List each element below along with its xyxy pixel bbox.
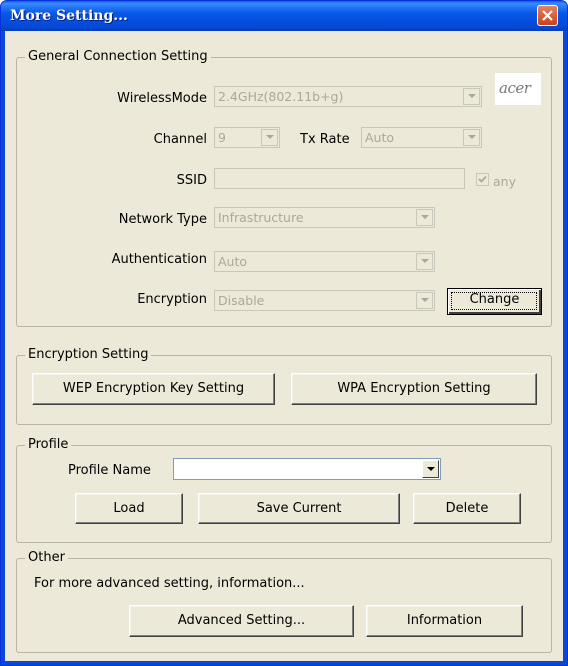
chevron-down-icon <box>463 129 480 146</box>
network-type-dropdown[interactable]: Infrastructure <box>214 207 435 228</box>
chevron-down-icon[interactable] <box>422 460 439 478</box>
profile-group-title: Profile <box>25 437 72 452</box>
save-current-button-label: Save Current <box>256 501 342 516</box>
title-bar[interactable]: More Setting... <box>1 1 567 31</box>
load-button[interactable]: Load <box>75 493 183 524</box>
any-label: any <box>493 174 516 189</box>
tx-rate-label: Tx Rate <box>300 132 350 147</box>
other-group-title: Other <box>25 550 68 565</box>
chevron-down-icon <box>416 292 433 309</box>
information-button[interactable]: Information <box>366 605 523 637</box>
dialog-body: General Connection Setting WirelessMode … <box>5 31 563 661</box>
save-current-button[interactable]: Save Current <box>198 493 400 524</box>
load-button-label: Load <box>113 501 145 516</box>
encryption-value: Disable <box>218 293 265 308</box>
authentication-label: Authentication <box>111 252 207 267</box>
authentication-dropdown[interactable]: Auto <box>214 251 435 272</box>
advanced-setting-button[interactable]: Advanced Setting... <box>129 605 354 637</box>
wpa-setting-button[interactable]: WPA Encryption Setting <box>291 373 537 405</box>
change-button[interactable]: Change <box>447 288 542 315</box>
other-description: For more advanced setting, information..… <box>34 576 305 591</box>
delete-button[interactable]: Delete <box>413 493 521 524</box>
chevron-down-icon <box>261 129 278 146</box>
authentication-value: Auto <box>218 254 248 269</box>
ssid-input[interactable] <box>214 168 465 189</box>
information-button-label: Information <box>406 613 483 628</box>
network-type-label: Network Type <box>118 212 207 227</box>
any-checkbox[interactable] <box>476 173 489 186</box>
more-setting-window: More Setting... General Connection Setti… <box>0 0 568 666</box>
tx-rate-value: Auto <box>365 130 395 145</box>
network-type-value: Infrastructure <box>218 210 304 225</box>
wireless-mode-dropdown[interactable]: 2.4GHz(802.11b+g) <box>214 86 482 107</box>
wpa-setting-button-label: WPA Encryption Setting <box>337 381 491 396</box>
close-button[interactable] <box>537 5 558 26</box>
channel-value: 9 <box>218 130 226 145</box>
wep-key-setting-button[interactable]: WEP Encryption Key Setting <box>32 373 275 405</box>
window-title: More Setting... <box>10 8 128 24</box>
general-connection-group-title: General Connection Setting <box>25 49 211 64</box>
delete-button-label: Delete <box>445 501 489 516</box>
wireless-mode-value: 2.4GHz(802.11b+g) <box>218 89 344 104</box>
acer-logo-text: acer <box>499 79 531 97</box>
channel-label: Channel <box>153 132 207 147</box>
chevron-down-icon <box>416 209 433 226</box>
encryption-label: Encryption <box>137 292 207 307</box>
acer-logo: acer <box>495 73 541 105</box>
encryption-dropdown[interactable]: Disable <box>214 290 435 311</box>
checkmark-icon <box>478 175 487 183</box>
profile-name-combo[interactable] <box>173 458 441 480</box>
profile-name-label: Profile Name <box>68 463 151 478</box>
tx-rate-dropdown[interactable]: Auto <box>361 127 482 148</box>
chevron-down-icon <box>463 88 480 105</box>
focus-rect <box>451 292 537 310</box>
channel-dropdown[interactable]: 9 <box>214 127 280 148</box>
ssid-label: SSID <box>176 173 207 188</box>
encryption-setting-group-title: Encryption Setting <box>25 347 152 362</box>
chevron-down-icon <box>416 253 433 270</box>
advanced-setting-button-label: Advanced Setting... <box>177 613 306 628</box>
wep-key-setting-button-label: WEP Encryption Key Setting <box>62 381 245 396</box>
close-icon <box>542 10 553 21</box>
wireless-mode-label: WirelessMode <box>117 91 207 106</box>
